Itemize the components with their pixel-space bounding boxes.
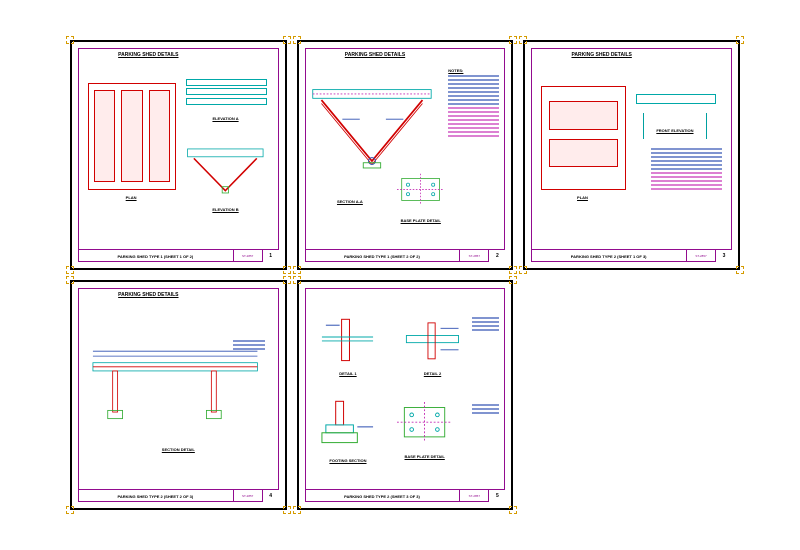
base-plate-detail [397, 165, 444, 214]
footer-title: PARKING SHED TYPE 1 (SHEET 2 OF 2) [305, 254, 460, 259]
title-block-id: ST-2857 [459, 490, 488, 502]
selection-handle[interactable] [66, 36, 74, 44]
title-block: PARKING SHED TYPE 1 (SHEET 1 OF 2) ST-28… [78, 249, 279, 262]
footer-title: PARKING SHED TYPE 2 (SHEET 1 OF 3) [531, 254, 686, 259]
footing-section [318, 390, 377, 454]
selection-handle[interactable] [283, 36, 291, 44]
sheet-number: 5 [488, 490, 505, 502]
title-block: PARKING SHED TYPE 2 (SHEET 1 OF 3) ST-28… [531, 249, 732, 262]
view-label-baseplate: BASE PLATE DETAIL [397, 218, 444, 223]
title-block-id: ST-2857 [686, 250, 715, 262]
drawing-area: PLAN ELEVATION A ELEVATION B [80, 60, 277, 248]
selection-handle[interactable] [509, 276, 517, 284]
selection-handle[interactable] [293, 506, 301, 514]
notes-heading: NOTES: [448, 68, 499, 73]
leader-notes [472, 315, 500, 333]
drawing-sheet-2[interactable]: PARKING SHED DETAILS SECTION A-A BASE PL… [297, 40, 514, 270]
drawing-sheet-3[interactable]: PARKING SHED DETAILS PLAN FRONT ELEVATIO… [523, 40, 740, 270]
drawing-sheet-4[interactable]: PARKING SHED DETAILS SECTION DETAIL PARK… [70, 280, 287, 510]
title-block: PARKING SHED TYPE 2 (SHEET 2 OF 3) ST-28… [78, 489, 279, 502]
base-plate-detail [397, 394, 452, 450]
view-label-plan: PLAN [88, 195, 175, 200]
selection-handle[interactable] [519, 36, 527, 44]
elevation-b-truss [186, 139, 265, 203]
view-label-footing: FOOTING SECTION [318, 458, 377, 463]
cantilever-section [88, 315, 269, 447]
selection-handle[interactable] [66, 276, 74, 284]
selection-handle[interactable] [293, 36, 301, 44]
title-block-id: ST-2857 [233, 250, 262, 262]
view-label-detail-2: DETAIL 2 [401, 371, 464, 376]
sheet-heading: PARKING SHED DETAILS [525, 52, 678, 58]
notes-block [651, 146, 722, 192]
view-label-section-detail: SECTION DETAIL [80, 447, 277, 452]
selection-handle[interactable] [66, 506, 74, 514]
drawing-sheet-1[interactable]: PARKING SHED DETAILS PLAN ELEVATION A EL… [70, 40, 287, 270]
selection-handle[interactable] [519, 266, 527, 274]
selection-handle[interactable] [736, 36, 744, 44]
view-label-detail-1: DETAIL 1 [318, 371, 377, 376]
selection-handle[interactable] [293, 266, 301, 274]
selection-handle[interactable] [736, 266, 744, 274]
view-label-plan: PLAN [541, 195, 624, 200]
view-label-baseplate: BASE PLATE DETAIL [397, 454, 452, 459]
view-label-elev-b: ELEVATION B [186, 207, 265, 212]
sheet-heading: PARKING SHED DETAILS [72, 292, 225, 298]
selection-handle[interactable] [283, 266, 291, 274]
drawing-area: PLAN FRONT ELEVATION [533, 60, 730, 248]
drawing-sheet-5[interactable]: DETAIL 1 DETAIL 2 FOOTING SECTION BASE P… [297, 280, 514, 510]
sheet-number: 2 [488, 250, 505, 262]
selection-handle[interactable] [509, 506, 517, 514]
page-canvas: PARKING SHED DETAILS PLAN ELEVATION A EL… [0, 0, 800, 550]
empty-cell [523, 280, 740, 510]
sheet-heading: PARKING SHED DETAILS [299, 52, 452, 58]
detail-2 [401, 308, 464, 372]
drawing-area: DETAIL 1 DETAIL 2 FOOTING SECTION BASE P… [307, 300, 504, 488]
view-label-section: SECTION A-A [311, 199, 390, 204]
drawing-area: SECTION A-A BASE PLATE DETAIL NOTES: [307, 60, 504, 248]
title-block-id: ST-2857 [459, 250, 488, 262]
sheet-number: 1 [262, 250, 279, 262]
selection-handle[interactable] [509, 266, 517, 274]
detail-1 [318, 308, 377, 372]
view-label-front-elev: FRONT ELEVATION [636, 128, 715, 133]
sheet-number: 4 [262, 490, 279, 502]
footer-title: PARKING SHED TYPE 2 (SHEET 3 OF 3) [305, 494, 460, 499]
selection-handle[interactable] [283, 506, 291, 514]
selection-handle[interactable] [283, 276, 291, 284]
selection-handle[interactable] [293, 276, 301, 284]
leader-notes [233, 338, 264, 352]
leader-notes [472, 402, 500, 416]
view-label-elev-a: ELEVATION A [186, 116, 265, 121]
drawing-area: SECTION DETAIL [80, 300, 277, 488]
selection-handle[interactable] [66, 266, 74, 274]
title-block: PARKING SHED TYPE 2 (SHEET 3 OF 3) ST-28… [305, 489, 506, 502]
sheet-heading: PARKING SHED DETAILS [72, 52, 225, 58]
selection-handle[interactable] [509, 36, 517, 44]
title-block-id: ST-2857 [233, 490, 262, 502]
notes-block: NOTES: [448, 68, 499, 139]
title-block: PARKING SHED TYPE 1 (SHEET 2 OF 2) ST-28… [305, 249, 506, 262]
footer-title: PARKING SHED TYPE 2 (SHEET 2 OF 3) [78, 494, 233, 499]
footer-title: PARKING SHED TYPE 1 (SHEET 1 OF 2) [78, 254, 233, 259]
sheet-number: 3 [715, 250, 732, 262]
sheet-grid: PARKING SHED DETAILS PLAN ELEVATION A EL… [0, 0, 800, 550]
